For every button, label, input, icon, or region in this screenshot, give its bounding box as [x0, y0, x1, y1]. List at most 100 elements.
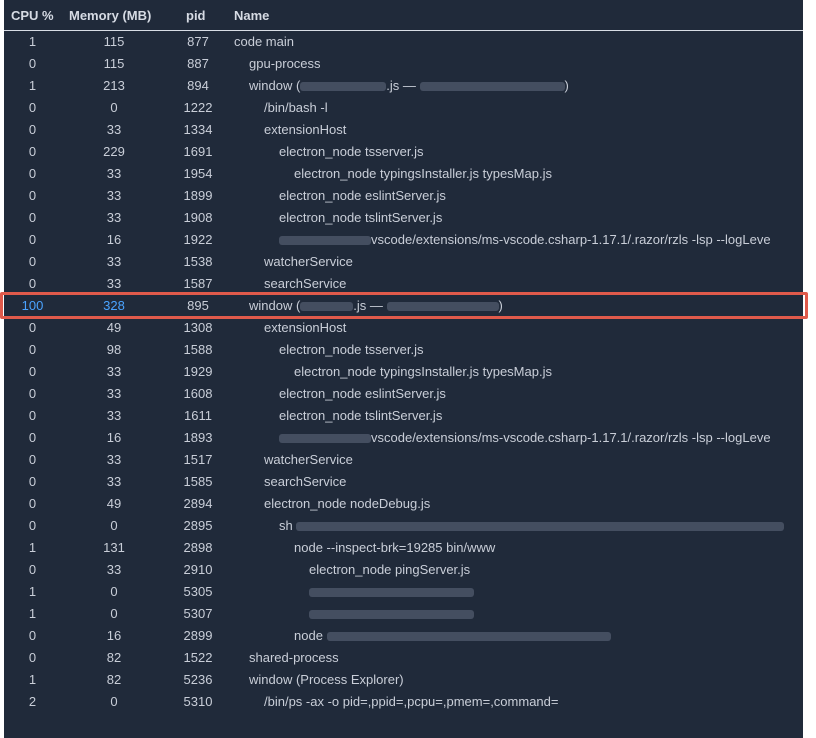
pid-value: 2899	[183, 628, 213, 643]
cpu-value: 1	[28, 606, 37, 621]
process-row[interactable]: 2 0 5310/bin/ps -ax -o pid=,ppid=,pcpu=,pm…	[4, 691, 803, 713]
process-row[interactable]: 0 33 1334 extensionHost	[4, 119, 803, 141]
process-name: watcherService	[264, 255, 803, 269]
process-name: /bin/ps -ax -o pid=,ppid=,pcpu=,pmem=,co…	[264, 695, 803, 709]
process-name: searchService	[264, 277, 803, 291]
process-name: window (DeviceService.js — LivingRoomKra…	[249, 79, 803, 93]
process-row[interactable]: 0 33 1908 electron_node tslintServer.js	[4, 207, 803, 229]
name-text: searchService	[264, 474, 347, 489]
name-text: vscode/extensions/ms-vscode.csharp-1.17.…	[371, 430, 771, 445]
process-row[interactable]: 0 82 1522 shared-process	[4, 647, 803, 669]
process-name: extensionHost	[264, 123, 803, 137]
pid-value: 1538	[183, 254, 213, 269]
process-row[interactable]: 1 131 2898 node --inspect-brk=19285 bin/www	[4, 537, 803, 559]
cpu-value: 2	[28, 694, 37, 709]
cpu-value: 0	[28, 188, 37, 203]
memory-value: 0	[110, 606, 118, 621]
process-name: node /node_modules/.bin/bunyan -o http.d…	[294, 629, 803, 643]
process-row[interactable]: 0 33 1538 watcherService	[4, 251, 803, 273]
process-row[interactable]: 0 115 887 gpu-process	[4, 53, 803, 75]
process-row[interactable]: 0 49 2894 electron_node nodeDebug.js	[4, 493, 803, 515]
cpu-value: 0	[28, 474, 37, 489]
cpu-value: 0	[28, 518, 37, 533]
process-row[interactable]: 0 33 1929 electron_node typingsInstaller.js…	[4, 361, 803, 383]
process-name: electron_node tsserver.js	[279, 145, 803, 159]
process-name: shared-process	[249, 651, 803, 665]
memory-value: 33	[106, 254, 122, 269]
process-row[interactable]: 1 0 5305 arp-scan -I interface en0	[4, 581, 803, 603]
redacted-text: arp-scan -I interface en0	[309, 588, 474, 598]
pid-value: 877	[187, 34, 209, 49]
redacted-text: LivingRoomOctopus	[386, 302, 499, 312]
process-name: window (Process Explorer)	[249, 673, 803, 687]
cpu-value: 100	[21, 298, 44, 313]
process-row[interactable]: 0 49 1308 extensionHost	[4, 317, 803, 339]
name-text: electron_node typingsInstaller.js typesM…	[294, 364, 552, 379]
cpu-value: 1	[28, 34, 37, 49]
process-row[interactable]: 0 33 1899 electron_node eslintServer.js	[4, 185, 803, 207]
process-row[interactable]: 0 16 2899 node /node_modules/.bin/bunyan -o…	[4, 625, 803, 647]
process-row[interactable]: 1 115 877 code main	[4, 31, 803, 53]
process-row[interactable]: 0 0 1222/bin/bash -l	[4, 97, 803, 119]
memory-value: 33	[106, 562, 122, 577]
process-name: sh /Volumes/Linux/workplace/Octopus/src/…	[279, 519, 803, 533]
process-name: arp-scan -I interface en0	[309, 585, 803, 599]
process-name: /Users/timwr/.vscode/extensions/ms-vscod…	[279, 431, 803, 445]
name-text: shared-process	[249, 650, 339, 665]
memory-value: 0	[110, 584, 118, 599]
name-text: vscode/extensions/ms-vscode.csharp-1.17.…	[371, 232, 771, 247]
process-name: electron_node eslintServer.js	[279, 189, 803, 203]
process-row[interactable]: 0 33 1954 electron_node typingsInstaller.js…	[4, 163, 803, 185]
process-row[interactable]: 1 213 894 window (DeviceService.js — Living…	[4, 75, 803, 97]
process-row[interactable]: 1 0 5307 arp-scan -I interface en0	[4, 603, 803, 625]
pid-value: 1222	[183, 100, 213, 115]
process-row[interactable]: 0 98 1588 electron_node tsserver.js	[4, 339, 803, 361]
process-name: electron_node tslintServer.js	[279, 409, 803, 423]
name-text: extensionHost	[264, 320, 347, 335]
process-row[interactable]: 0 16 1893/Users/timwr/.vscode/extensions/m…	[4, 427, 803, 449]
process-row[interactable]: 0 16 1922/Users/timwr/.vscode/extensions/m…	[4, 229, 803, 251]
process-row[interactable]: 0 229 1691 electron_node tsserver.js	[4, 141, 803, 163]
memory-value: 33	[106, 276, 122, 291]
pid-value: 895	[187, 298, 209, 313]
redacted-text: LivingRoomKrangService	[419, 82, 565, 92]
pid-value: 2898	[183, 540, 213, 555]
process-row[interactable]: 0 33 1517 watcherService	[4, 449, 803, 471]
process-row[interactable]: 0 33 1611 electron_node tslintServer.js	[4, 405, 803, 427]
process-row[interactable]: 0 33 1585 searchService	[4, 471, 803, 493]
process-row[interactable]: 0 33 1587 searchService	[4, 273, 803, 295]
pid-value: 1929	[183, 364, 213, 379]
process-name: /Users/timwr/.vscode/extensions/ms-vscod…	[279, 233, 803, 247]
cpu-value: 0	[28, 430, 37, 445]
header-cpu[interactable]: CPU %	[11, 8, 54, 23]
process-row[interactable]: 0 0 2895 sh /Volumes/Linux/workplace/Octopu…	[4, 515, 803, 537]
memory-value: 49	[106, 496, 122, 511]
memory-value: 0	[110, 518, 118, 533]
name-text: window (	[249, 298, 301, 313]
name-text: watcherService	[264, 254, 353, 269]
cpu-value: 0	[28, 628, 37, 643]
memory-value: 33	[106, 166, 122, 181]
header-memory[interactable]: Memory (MB)	[69, 8, 151, 23]
redacted-text: /Users/timwr/.	[279, 236, 371, 246]
cpu-value: 0	[28, 364, 37, 379]
redacted-text: /node_modules/.bin/bunyan -o http.dmMetr…	[326, 632, 611, 642]
name-text: node --inspect-brk=19285 bin/www	[294, 540, 496, 555]
process-row[interactable]: 1 82 5236 window (Process Explorer)	[4, 669, 803, 691]
redacted-text: LightHub	[300, 302, 354, 312]
process-row[interactable]: 100 328 895 window (LightHub.js — LivingRoo…	[4, 295, 803, 317]
memory-value: 16	[106, 430, 122, 445]
process-row[interactable]: 0 33 1608 electron_node eslintServer.js	[4, 383, 803, 405]
header-name[interactable]: Name	[234, 8, 269, 23]
cpu-value: 0	[28, 386, 37, 401]
memory-value: 229	[103, 144, 125, 159]
name-text: /bin/ps -ax -o pid=,ppid=,pcpu=,pmem=,co…	[264, 694, 559, 709]
process-row[interactable]: 0 33 2910 electron_node pingServer.js	[4, 559, 803, 581]
pid-value: 2910	[183, 562, 213, 577]
cpu-value: 0	[28, 496, 37, 511]
pid-value: 1899	[183, 188, 213, 203]
process-name: extensionHost	[264, 321, 803, 335]
pid-value: 1587	[183, 276, 213, 291]
memory-value: 33	[106, 386, 122, 401]
header-pid[interactable]: pid	[186, 8, 206, 23]
